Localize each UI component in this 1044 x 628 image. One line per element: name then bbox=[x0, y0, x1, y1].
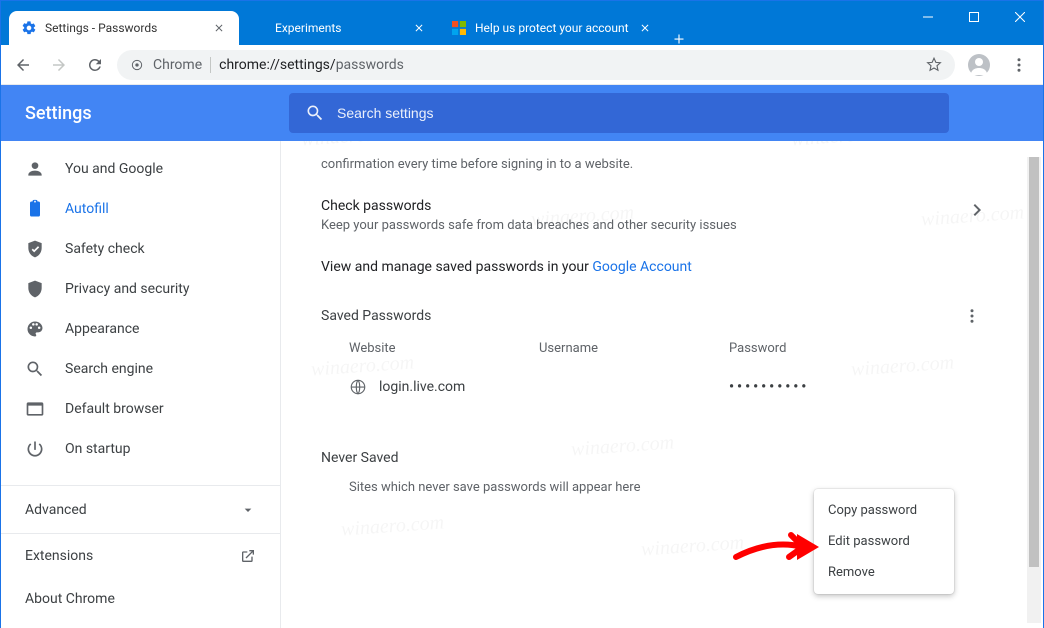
passwords-table-header: Website Username Password bbox=[321, 341, 981, 368]
address-bar[interactable]: Chrome chrome://settings/passwords bbox=[117, 50, 955, 80]
sidebar-item-label: Autofill bbox=[65, 201, 109, 217]
chrome-menu-button[interactable] bbox=[1003, 49, 1035, 81]
new-tab-button[interactable] bbox=[665, 33, 693, 45]
chevron-down-icon bbox=[240, 502, 256, 518]
close-icon[interactable] bbox=[211, 20, 227, 36]
sidebar-about-chrome[interactable]: About Chrome bbox=[1, 577, 280, 621]
tab-title: Help us protect your account bbox=[475, 21, 629, 35]
sidebar-item-appearance[interactable]: Appearance bbox=[1, 309, 280, 349]
settings-sidebar: You and Google Autofill Safety check Pri… bbox=[1, 85, 281, 628]
window-close-button[interactable] bbox=[997, 1, 1043, 33]
gear-icon bbox=[21, 20, 37, 36]
password-context-menu: Copy password Edit password Remove bbox=[814, 489, 954, 594]
open-in-new-icon bbox=[240, 548, 256, 564]
sidebar-item-label: You and Google bbox=[65, 161, 163, 177]
site-info-icon[interactable] bbox=[129, 57, 145, 73]
window-maximize-button[interactable] bbox=[951, 1, 997, 33]
person-icon bbox=[25, 159, 45, 179]
menu-copy-password[interactable]: Copy password bbox=[814, 495, 954, 526]
manage-passwords-text: View and manage saved passwords in your … bbox=[321, 247, 981, 303]
sidebar-item-privacy[interactable]: Privacy and security bbox=[1, 269, 280, 309]
settings-header: Settings bbox=[1, 85, 1043, 141]
sidebar-item-label: Default browser bbox=[65, 401, 164, 417]
close-icon[interactable] bbox=[411, 20, 427, 36]
close-icon[interactable] bbox=[637, 20, 653, 36]
url-text: chrome://settings/passwords bbox=[219, 57, 404, 73]
globe-icon bbox=[349, 378, 367, 396]
menu-remove[interactable]: Remove bbox=[814, 557, 954, 588]
scrollbar-thumb[interactable] bbox=[1029, 157, 1039, 567]
forward-button[interactable] bbox=[45, 51, 73, 79]
search-icon bbox=[25, 359, 45, 379]
about-label: About Chrome bbox=[25, 591, 115, 607]
tab-favicon bbox=[451, 20, 467, 36]
sidebar-item-label: Safety check bbox=[65, 241, 145, 257]
origin-label: Chrome bbox=[153, 57, 202, 73]
browser-tab-active[interactable]: Settings - Passwords bbox=[9, 11, 239, 45]
palette-icon bbox=[25, 319, 45, 339]
never-saved-title: Never Saved bbox=[321, 450, 981, 466]
tab-title: Settings - Passwords bbox=[45, 21, 203, 35]
extensions-label: Extensions bbox=[25, 548, 93, 564]
sidebar-item-label: On startup bbox=[65, 441, 131, 457]
scrollbar[interactable] bbox=[1027, 157, 1041, 623]
sidebar-item-safety-check[interactable]: Safety check bbox=[1, 229, 280, 269]
password-row[interactable]: login.live.com •••••••••• bbox=[321, 368, 981, 406]
separator bbox=[210, 57, 211, 73]
toolbar: Chrome chrome://settings/passwords bbox=[1, 45, 1043, 85]
settings-search-input[interactable] bbox=[337, 105, 933, 121]
password-row-mask: •••••••••• bbox=[729, 379, 809, 395]
shield-icon bbox=[25, 279, 45, 299]
browser-tab[interactable]: Experiments bbox=[239, 11, 439, 45]
browser-tab[interactable]: Help us protect your account bbox=[439, 11, 665, 45]
sidebar-item-you-and-google[interactable]: You and Google bbox=[1, 149, 280, 189]
col-website: Website bbox=[349, 341, 539, 356]
tab-favicon bbox=[251, 20, 267, 36]
check-passwords-row[interactable]: Check passwords Keep your passwords safe… bbox=[321, 184, 981, 247]
settings-brand[interactable]: Settings bbox=[1, 103, 281, 124]
shield-check-icon bbox=[25, 239, 45, 259]
sidebar-extensions[interactable]: Extensions bbox=[1, 533, 280, 577]
bookmark-star-icon[interactable] bbox=[925, 56, 943, 74]
sidebar-item-default-browser[interactable]: Default browser bbox=[1, 389, 280, 429]
tab-title: Experiments bbox=[275, 21, 403, 35]
sidebar-item-label: Appearance bbox=[65, 321, 139, 337]
settings-search[interactable] bbox=[289, 93, 949, 133]
search-icon bbox=[305, 103, 325, 123]
chevron-right-icon bbox=[973, 204, 981, 216]
advanced-label: Advanced bbox=[25, 502, 87, 518]
sidebar-advanced-toggle[interactable]: Advanced bbox=[1, 485, 280, 533]
fingerprint-subtext: confirmation every time before signing i… bbox=[321, 157, 981, 172]
sidebar-item-autofill[interactable]: Autofill bbox=[1, 189, 280, 229]
window-titlebar: Settings - Passwords Experiments Help us… bbox=[1, 1, 1043, 45]
check-passwords-title: Check passwords bbox=[321, 198, 973, 214]
sidebar-item-search-engine[interactable]: Search engine bbox=[1, 349, 280, 389]
back-button[interactable] bbox=[9, 51, 37, 79]
clipboard-icon bbox=[25, 199, 45, 219]
sidebar-item-label: Search engine bbox=[65, 361, 153, 377]
menu-edit-password[interactable]: Edit password bbox=[814, 526, 954, 557]
google-account-link[interactable]: Google Account bbox=[592, 259, 691, 275]
browser-icon bbox=[25, 399, 45, 419]
saved-passwords-title: Saved Passwords bbox=[321, 308, 431, 324]
check-passwords-sub: Keep your passwords safe from data breac… bbox=[321, 218, 973, 233]
power-icon bbox=[25, 439, 45, 459]
annotation-arrow bbox=[731, 527, 826, 567]
window-minimize-button[interactable] bbox=[905, 1, 951, 33]
col-username: Username bbox=[539, 341, 729, 356]
password-row-site: login.live.com bbox=[379, 379, 539, 395]
sidebar-item-label: Privacy and security bbox=[65, 281, 189, 297]
sidebar-item-on-startup[interactable]: On startup bbox=[1, 429, 280, 469]
profile-button[interactable] bbox=[963, 49, 995, 81]
reload-button[interactable] bbox=[81, 51, 109, 79]
col-password: Password bbox=[729, 341, 981, 356]
saved-passwords-more-button[interactable] bbox=[963, 307, 981, 325]
